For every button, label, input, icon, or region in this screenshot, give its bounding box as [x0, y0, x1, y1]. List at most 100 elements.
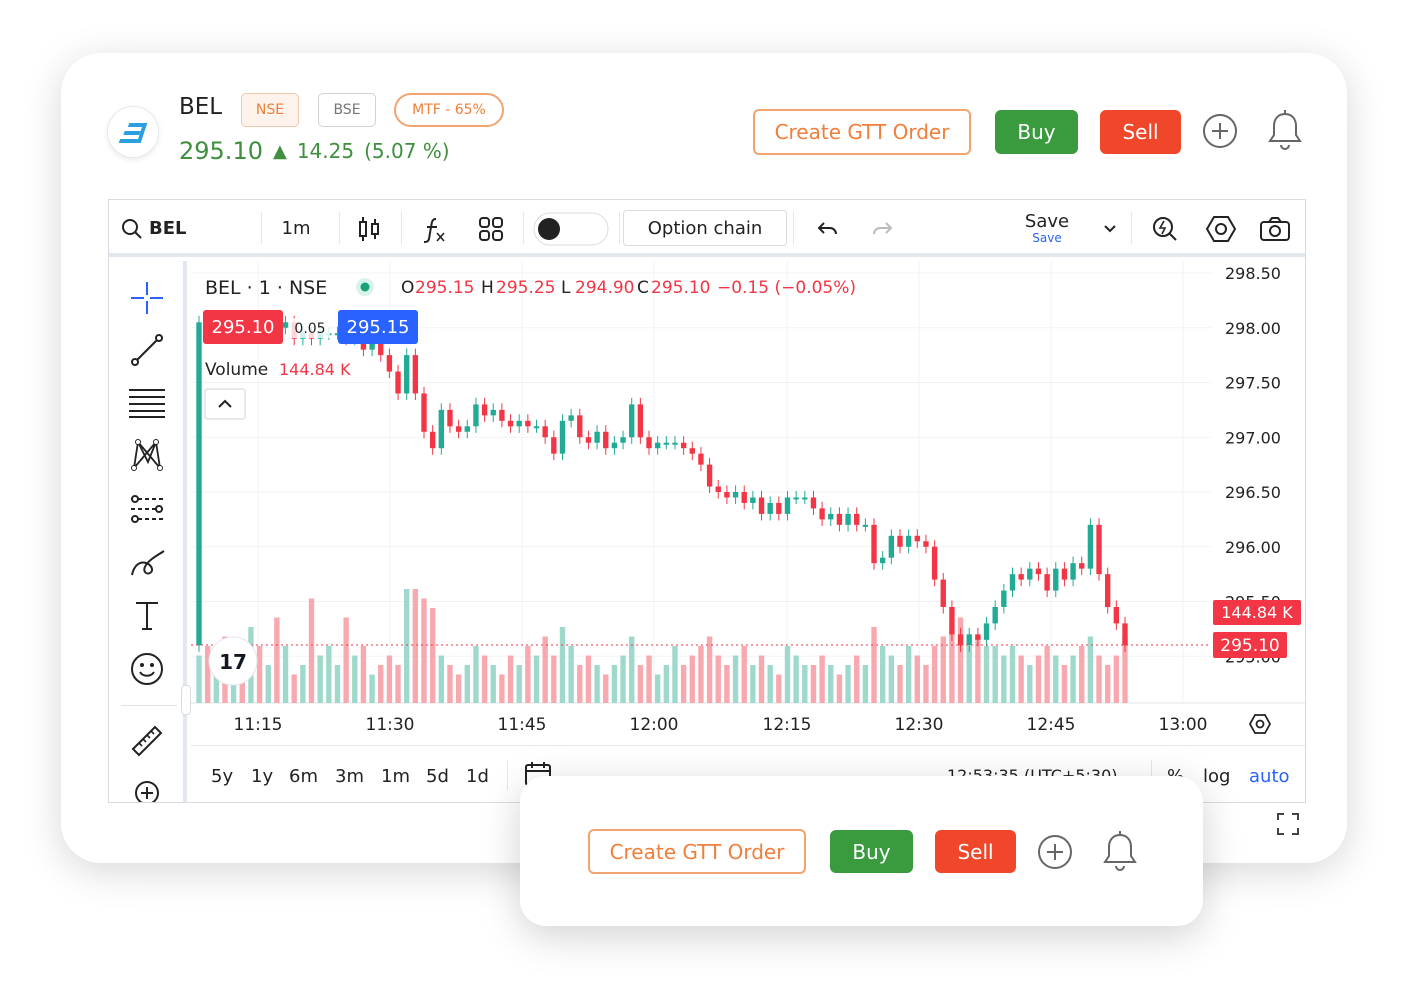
candle-body	[992, 606, 998, 624]
legend-title: BEL · 1 · NSE	[205, 277, 327, 299]
volume-bar	[654, 674, 661, 703]
volume-bar	[680, 665, 687, 703]
last-price-tag-text: 295.10	[1220, 636, 1279, 656]
fib-lines-icon[interactable]	[127, 383, 167, 423]
candle-body	[646, 437, 652, 449]
candle-body	[741, 492, 747, 503]
candle-body	[1061, 568, 1068, 580]
legend-close-label: C	[637, 278, 649, 298]
buy-button[interactable]: Buy	[995, 110, 1078, 154]
redo-icon[interactable]	[865, 200, 899, 257]
volume-bar	[412, 589, 419, 703]
crosshair-icon[interactable]	[127, 278, 167, 318]
add-watchlist-icon[interactable]	[1201, 112, 1239, 154]
time-tick-label: 13:00	[1159, 715, 1208, 735]
tf-1m[interactable]: 1m	[381, 766, 410, 787]
volume-bar	[897, 665, 903, 703]
chart-toolbar: BEL 1m Option chain Save Save	[109, 200, 1305, 257]
undo-icon[interactable]	[811, 200, 845, 257]
candle-body	[447, 409, 453, 427]
candle-body	[525, 420, 531, 427]
candle-body	[914, 535, 920, 542]
candle-body	[421, 393, 427, 432]
save-button[interactable]: Save Save	[1013, 200, 1081, 257]
volume-bar	[802, 665, 808, 703]
volume-bar	[1061, 665, 1068, 703]
tf-5d[interactable]: 5d	[426, 766, 449, 787]
bid-price-text: 295.10	[212, 317, 275, 338]
candle-body	[793, 497, 799, 500]
volume-bar	[845, 665, 851, 703]
candle-body	[975, 634, 981, 640]
emoji-icon[interactable]	[127, 649, 167, 689]
sell-button[interactable]: Sell	[1100, 110, 1181, 154]
ruler-icon[interactable]	[127, 721, 167, 761]
tf-1d[interactable]: 1d	[466, 766, 489, 787]
tf-3m[interactable]: 3m	[335, 766, 364, 787]
create-gtt-order-button[interactable]: Create GTT Order	[753, 109, 971, 155]
volume-bar	[447, 665, 453, 703]
trend-line-icon[interactable]	[127, 330, 167, 370]
position-icon[interactable]	[127, 489, 167, 529]
option-chain-button[interactable]: Option chain	[623, 210, 787, 246]
brush-icon[interactable]	[127, 543, 167, 583]
volume-bar	[819, 655, 825, 703]
candle-body	[559, 420, 566, 454]
tradingview-logo[interactable]: 17	[208, 636, 258, 686]
price-tick-label: 296.00	[1225, 538, 1281, 557]
camera-icon[interactable]	[1257, 200, 1293, 257]
quick-search-icon[interactable]	[1147, 200, 1183, 257]
volume-bar	[499, 674, 505, 703]
popup-sell-button[interactable]: Sell	[935, 830, 1016, 873]
volume-bar	[395, 665, 401, 703]
layout-grid-icon[interactable]	[471, 200, 511, 257]
theme-toggle[interactable]	[533, 200, 609, 257]
collapse-toolbar-handle[interactable]	[181, 685, 191, 715]
volume-bar	[1044, 646, 1050, 703]
candle-body	[473, 404, 479, 427]
popup-add-watchlist-icon[interactable]	[1036, 833, 1074, 875]
popup-alert-bell-icon[interactable]	[1099, 829, 1141, 877]
collapse-legend-button[interactable]	[204, 388, 246, 420]
time-tick-label: 11:15	[234, 715, 283, 735]
axis-settings-icon[interactable]	[1248, 714, 1272, 734]
tf-1y[interactable]: 1y	[251, 766, 273, 787]
candle-body	[395, 371, 401, 394]
candle-body	[282, 322, 289, 328]
price-tick-label: 297.50	[1225, 374, 1281, 393]
symbol-search[interactable]: BEL	[121, 200, 241, 257]
volume-bar	[265, 665, 271, 703]
tf-6m[interactable]: 6m	[289, 766, 318, 787]
candle-body	[897, 535, 903, 547]
chevron-down-icon[interactable]	[1095, 200, 1125, 257]
volume-bar	[360, 646, 367, 703]
indicators-icon[interactable]	[415, 200, 455, 257]
volume-bar	[352, 655, 358, 703]
candle-body	[429, 431, 436, 449]
candle-body	[767, 502, 773, 514]
candle-body	[1027, 568, 1033, 580]
legend-high: 295.25	[496, 278, 555, 298]
interval-selector[interactable]: 1m	[271, 200, 321, 257]
tf-5y[interactable]: 5y	[211, 766, 233, 787]
auto-toggle[interactable]: auto	[1249, 766, 1290, 787]
legend-low: 294.90	[575, 278, 634, 298]
alert-bell-icon[interactable]	[1264, 108, 1306, 156]
zoom-in-icon[interactable]	[127, 773, 167, 802]
fullscreen-icon[interactable]	[1276, 812, 1300, 840]
popup-create-gtt-order-button[interactable]: Create GTT Order	[588, 829, 806, 874]
popup-buy-button[interactable]: Buy	[830, 830, 913, 873]
price-change: 14.25	[296, 139, 355, 163]
settings-hex-icon[interactable]	[1203, 200, 1239, 257]
price-chart[interactable]: 298.50 298.00 297.50 297.00 296.50 296.00 295.…	[191, 261, 1306, 745]
text-tool-icon[interactable]	[127, 595, 167, 635]
candle-type-icon[interactable]	[349, 200, 389, 257]
log-toggle[interactable]: log	[1203, 766, 1230, 787]
pattern-icon[interactable]	[127, 435, 167, 475]
exchange-bse-badge[interactable]: BSE	[318, 93, 376, 127]
candle-body	[940, 579, 946, 607]
candle-body	[1070, 563, 1076, 580]
exchange-nse-badge[interactable]: NSE	[241, 93, 299, 127]
candle-body	[784, 497, 791, 514]
volume-bar	[1079, 646, 1085, 703]
